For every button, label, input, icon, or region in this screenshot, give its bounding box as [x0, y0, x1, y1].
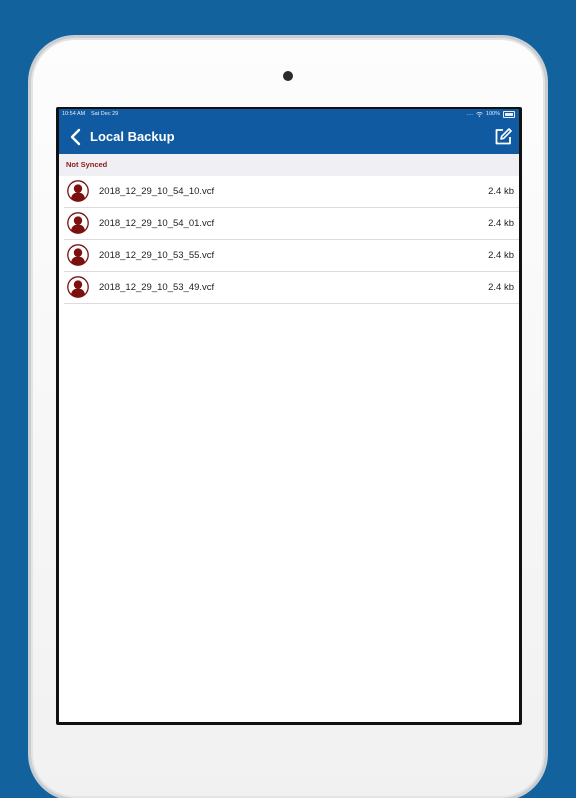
status-date: Sat Dec 29: [91, 111, 119, 117]
camera: [283, 71, 293, 81]
battery-percent: 100%: [485, 111, 500, 117]
wifi-icon: [476, 112, 483, 117]
edit-button[interactable]: [493, 127, 513, 147]
compose-icon: [495, 128, 512, 145]
status-right: .... 100%: [467, 109, 515, 120]
contact-avatar-icon: [67, 244, 89, 266]
file-name: 2018_12_29_10_53_49.vcf: [99, 282, 215, 293]
list-item[interactable]: 2018_12_29_10_53_49.vcf 2.4 kb: [64, 272, 519, 304]
file-size: 2.4 kb: [488, 250, 514, 261]
status-time: 10:54 AM: [62, 111, 86, 117]
status-bar: 10:54 AM Sat Dec 29 .... 100%: [59, 109, 519, 120]
backup-file-list: 2018_12_29_10_54_10.vcf 2.4 kb 2018_12_2…: [59, 176, 519, 304]
file-size: 2.4 kb: [488, 186, 514, 197]
app-screen: 10:54 AM Sat Dec 29 .... 100% Local Back…: [59, 109, 519, 722]
file-size: 2.4 kb: [488, 218, 514, 229]
file-size: 2.4 kb: [488, 282, 514, 293]
section-header: Not Synced: [59, 154, 519, 176]
page-title: Local Backup: [90, 129, 175, 144]
battery-icon: [503, 111, 515, 118]
navigation-bar: Local Backup: [59, 120, 519, 154]
file-name: 2018_12_29_10_54_01.vcf: [99, 218, 215, 229]
section-title: Not Synced: [66, 160, 108, 169]
contact-avatar-icon: [67, 180, 89, 202]
file-name: 2018_12_29_10_54_10.vcf: [99, 186, 215, 197]
contact-avatar-icon: [67, 212, 89, 234]
list-item[interactable]: 2018_12_29_10_54_01.vcf 2.4 kb: [64, 208, 519, 240]
contact-avatar-icon: [67, 276, 89, 298]
list-item[interactable]: 2018_12_29_10_54_10.vcf 2.4 kb: [64, 176, 519, 208]
signal-icon: ....: [466, 111, 473, 117]
chevron-left-icon: [70, 128, 81, 146]
back-button[interactable]: [65, 126, 87, 148]
list-item[interactable]: 2018_12_29_10_53_55.vcf 2.4 kb: [64, 240, 519, 272]
file-name: 2018_12_29_10_53_55.vcf: [99, 250, 215, 261]
